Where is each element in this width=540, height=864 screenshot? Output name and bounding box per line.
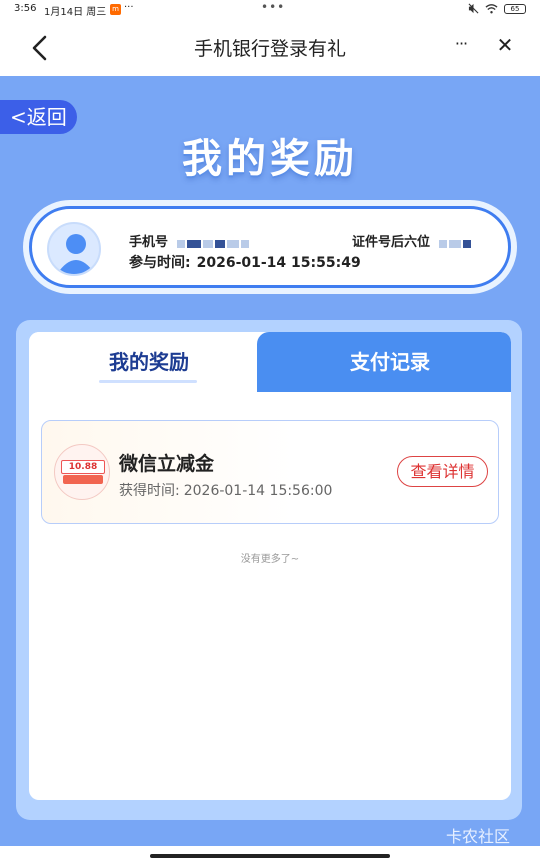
phone-field: 手机号 (129, 231, 251, 250)
phone-label: 手机号 (129, 235, 169, 250)
tab-my-rewards[interactable]: 我的奖励 (29, 332, 269, 392)
join-time-label: 参与时间: (129, 255, 191, 271)
reward-time-label: 获得时间: (119, 483, 180, 499)
id-label: 证件号后六位 (352, 235, 431, 250)
close-button[interactable]: ✕ (494, 33, 516, 57)
no-more-text: 没有更多了~ (240, 554, 300, 565)
rewards-heading: 我的奖励 (182, 136, 358, 182)
home-indicator[interactable] (150, 854, 390, 858)
avatar (47, 222, 101, 276)
tab-payment-records-label: 支付记录 (350, 350, 430, 374)
user-info-card: 手机号 证件号后六位 参与时间: 2026-01-14 15:55:49 (23, 200, 517, 294)
reward-time-value: 2026-01-14 15:56:00 (183, 483, 333, 499)
status-date: 1月14日 周三 (44, 7, 107, 18)
battery-level: 65 (510, 4, 520, 13)
title-bar: 手机银行登录有礼 ··· ✕ (0, 20, 540, 76)
reward-time: 获得时间: 2026-01-14 15:56:00 (119, 480, 332, 500)
status-time: 3:56 (14, 3, 37, 14)
more-notifications-icon: ··· (124, 2, 134, 13)
id-masked-value (438, 237, 473, 249)
status-bar: 3:56 1月14日 周三 m ··· ••• 65 (0, 0, 540, 20)
wifi-icon (485, 3, 498, 13)
coupon-icon: 10.88 (54, 444, 110, 500)
status-center-dots: ••• (261, 0, 286, 14)
tab-my-rewards-label: 我的奖励 (109, 350, 189, 374)
mute-icon (468, 3, 479, 14)
phone-masked-value (176, 237, 251, 249)
join-time-value: 2026-01-14 15:55:49 (196, 255, 361, 271)
battery-icon: 65 (504, 3, 526, 14)
id-field: 证件号后六位 (352, 231, 473, 250)
list-item: 10.88 微信立减金 获得时间: 2026-01-14 15:56:00 查看详… (41, 420, 499, 524)
tab-payment-records[interactable]: 支付记录 (269, 332, 511, 392)
user-avatar-icon (57, 234, 95, 274)
coupon-amount: 10.88 (61, 460, 105, 474)
coupon-ribbon (63, 475, 103, 484)
tab-underline (99, 380, 197, 383)
more-options-button[interactable]: ··· (450, 34, 472, 58)
view-details-button[interactable]: 查看详情 (397, 456, 488, 487)
watermark: 卡农社区 (446, 827, 511, 846)
reward-name: 微信立减金 (119, 453, 215, 475)
rewards-panel: 我的奖励 支付记录 10.88 微信立减金 获得时间: 2026-01-14 15… (16, 320, 522, 820)
join-time-field: 参与时间: 2026-01-14 15:55:49 (129, 252, 361, 272)
app-notification-icon: m (110, 4, 121, 15)
